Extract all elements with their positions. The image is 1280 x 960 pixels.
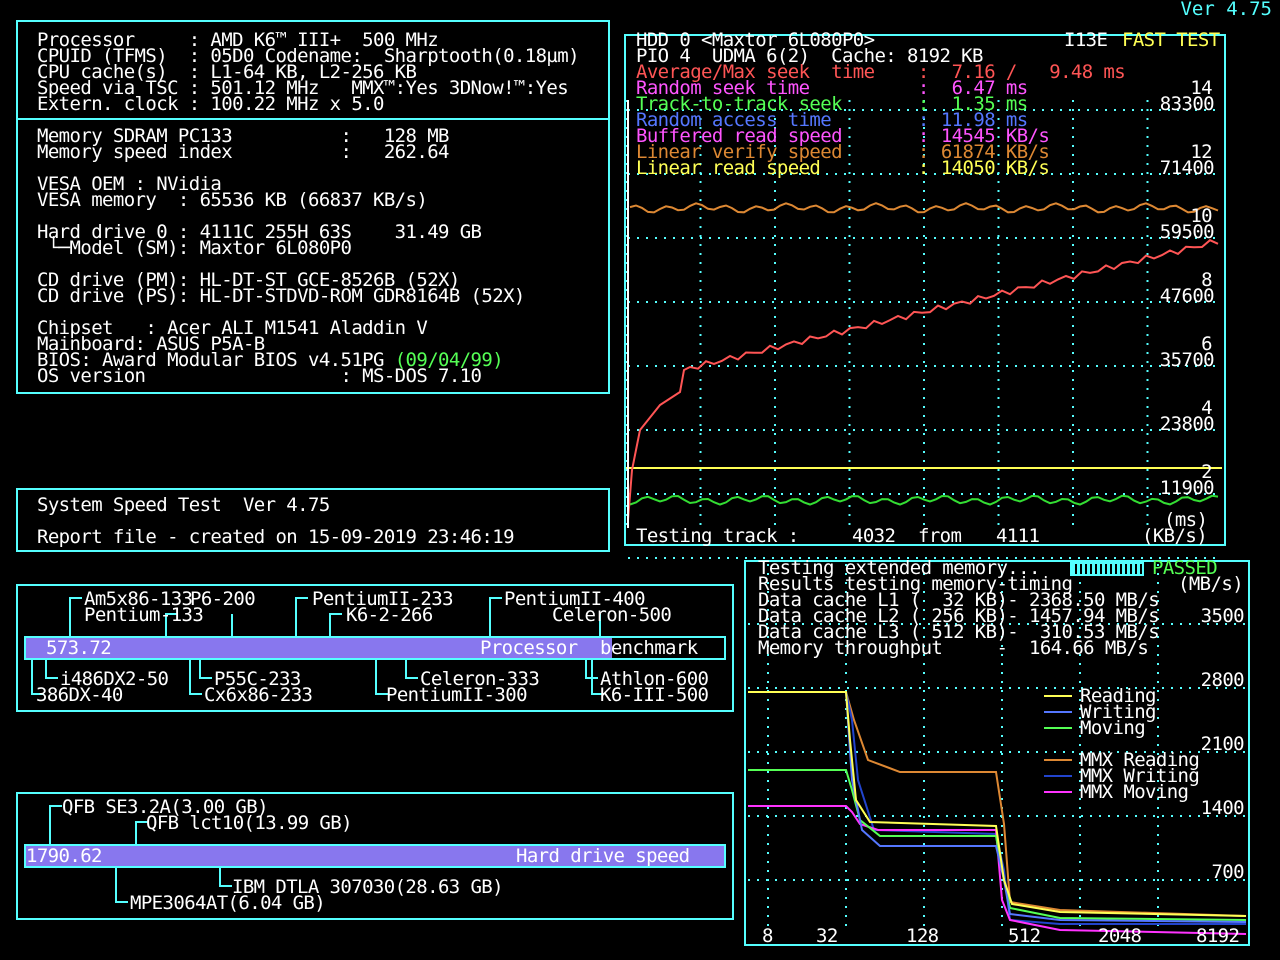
memory-x-tick: 8 — [762, 925, 773, 947]
legend-label: Moving — [1080, 717, 1146, 739]
memory-x-tick: 512 — [1008, 925, 1041, 947]
memory-x-tick: 8192 — [1196, 925, 1240, 947]
memory-y-tick: 1400 — [1200, 797, 1245, 819]
memory-unit: (MB/s) — [1178, 573, 1244, 595]
memory-timing-chart — [748, 564, 1247, 935]
legend-swatch — [1044, 695, 1072, 697]
reading-curve — [748, 691, 1247, 917]
legend-swatch — [1044, 711, 1072, 713]
legend-swatch — [1044, 759, 1072, 761]
legend-label: MMX Moving — [1080, 781, 1189, 803]
memory-y-tick: 2800 — [1200, 669, 1245, 691]
legend-swatch — [1044, 791, 1072, 793]
mmx-reading-curve — [748, 691, 1247, 917]
legend-swatch — [1044, 775, 1072, 777]
memory-y-tick: 2100 — [1200, 733, 1245, 755]
mmx-writing-curve — [748, 691, 1246, 925]
memory-y-tick: 3500 — [1200, 605, 1245, 627]
legend-swatch — [1044, 727, 1072, 729]
memory-test-progress — [1070, 562, 1144, 576]
memory-y-tick: 700 — [1211, 861, 1244, 883]
memory-x-tick: 2048 — [1098, 925, 1142, 947]
memory-throughput-result: Memory throughput - 164.66 MB/s — [758, 637, 1149, 659]
memory-x-tick: 32 — [816, 925, 838, 947]
memory-x-tick: 128 — [906, 925, 939, 947]
